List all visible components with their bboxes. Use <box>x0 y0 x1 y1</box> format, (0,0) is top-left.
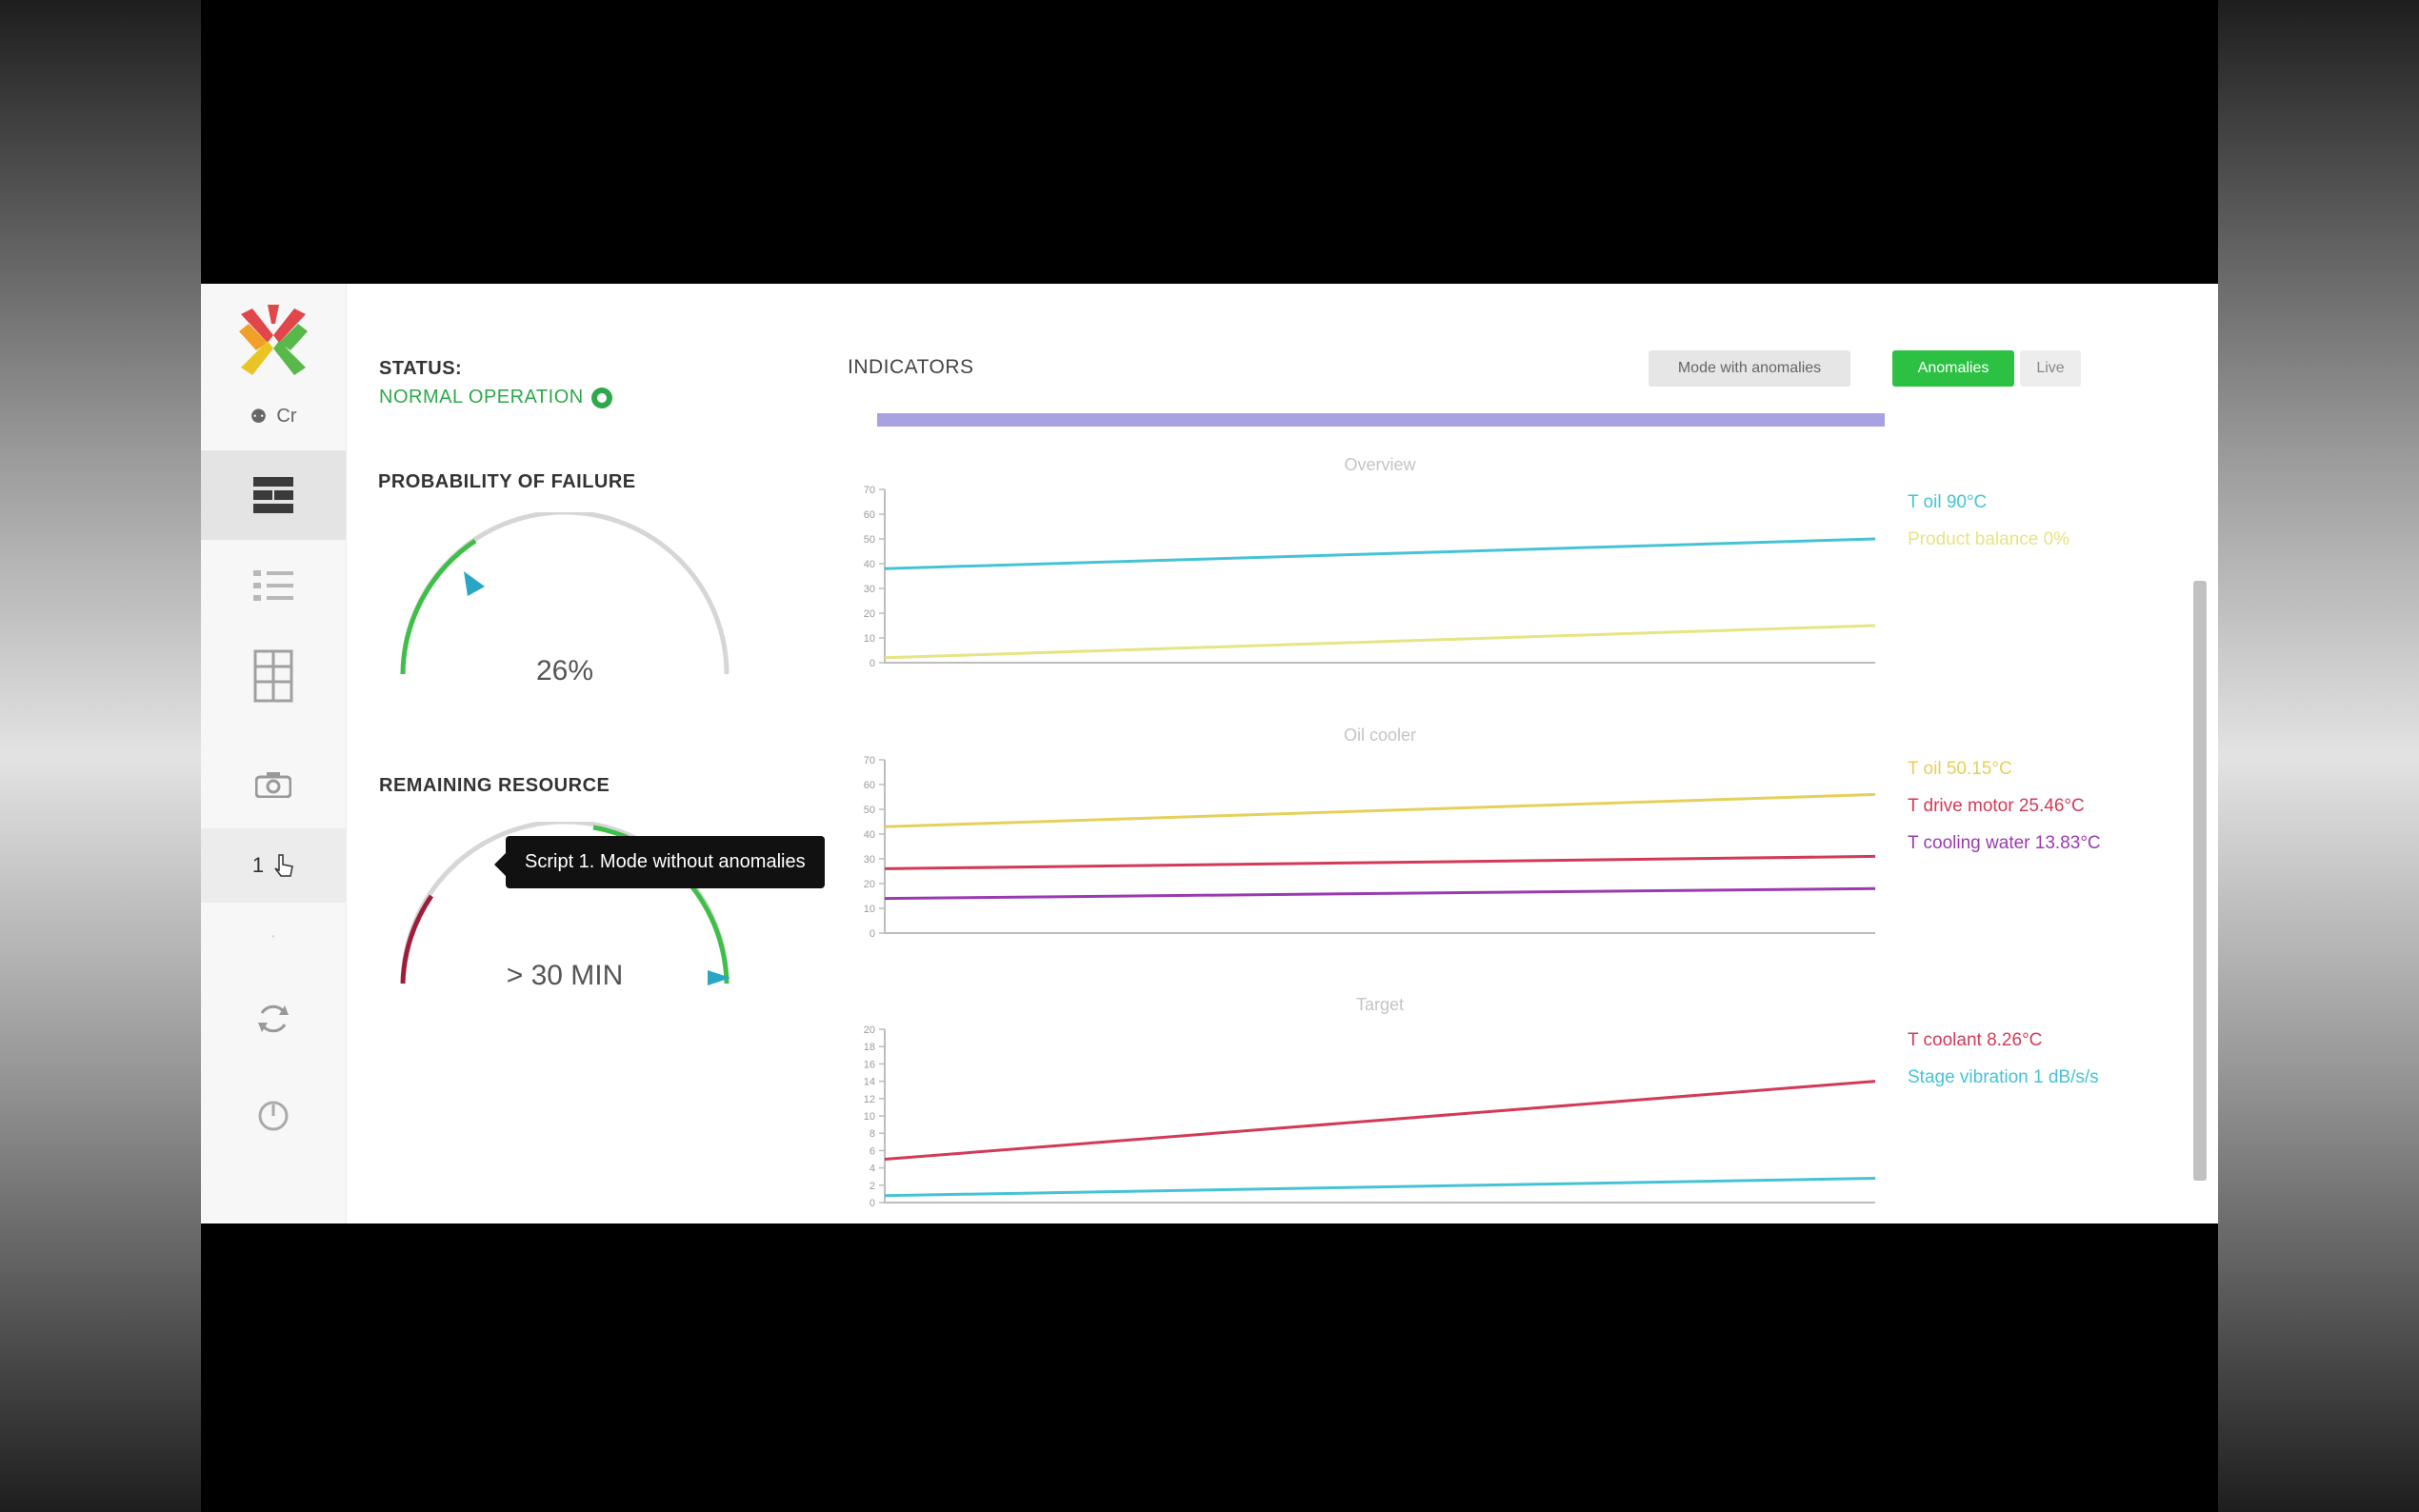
chart-title: Oil cooler <box>1344 726 1416 745</box>
series-line <box>884 537 1876 570</box>
chart-axis <box>884 760 1875 934</box>
y-tick-label: 50 <box>864 534 875 546</box>
script-tooltip: Script 1. Mode without anomalies <box>494 836 825 888</box>
failure-heading: PROBABILITY OF FAILURE <box>378 471 636 492</box>
camera-icon <box>255 772 291 798</box>
y-tick-label: 16 <box>864 1059 875 1070</box>
logo-icon <box>239 305 308 375</box>
legend-item: T cooling water 13.83°C <box>1908 833 2101 853</box>
y-tick-label: 10 <box>864 1111 875 1123</box>
y-tick-label: 50 <box>864 805 875 816</box>
y-tick-label: 12 <box>864 1094 875 1105</box>
legend-oil-cooler: T oil 50.15°C T drive motor 25.46°C T cool… <box>1908 750 2101 862</box>
chart-title: Target <box>1356 995 1404 1014</box>
resources-heading: REMAINING RESOURCE <box>379 775 610 796</box>
scrollbar[interactable] <box>2193 581 2207 1181</box>
series-line <box>884 886 1876 901</box>
y-tick-label: 30 <box>864 854 875 865</box>
y-tick-label: 0 <box>870 1198 875 1209</box>
chart-title: Overview <box>1344 455 1416 474</box>
nav-dashboard[interactable] <box>201 450 346 540</box>
y-tick-label: 30 <box>864 584 875 595</box>
refresh-icon <box>258 1005 289 1033</box>
chart-axis <box>884 1029 1875 1204</box>
power-icon <box>258 1101 289 1131</box>
failure-gauge-pointer <box>464 571 485 596</box>
status-ok-icon <box>590 387 612 408</box>
indicators-panel: INDICATORS Mode with anomalies Anomalies… <box>809 284 2218 1224</box>
script-number: 1 <box>251 853 265 877</box>
anomalies-button[interactable]: Anomalies <box>1892 350 2014 387</box>
series-line <box>884 792 1876 828</box>
nav-script-2[interactable]: · <box>201 903 346 969</box>
y-tick-label: 0 <box>870 658 875 669</box>
chart-overview: Overview 0 10 20 30 40 50 60 70 <box>864 455 1876 669</box>
y-tick-label: 40 <box>864 559 875 570</box>
status-value: NORMAL OPERATION <box>379 387 612 408</box>
indicators-heading: INDICATORS <box>848 356 974 378</box>
y-tick-label: 60 <box>864 509 875 521</box>
chart-oil-cooler: Oil cooler 0 10 20 30 40 50 60 70 <box>864 726 1876 940</box>
y-tick-label: 10 <box>864 633 875 645</box>
legend-item: T drive motor 25.46°C <box>1908 796 2085 816</box>
y-tick-label: 20 <box>864 879 875 890</box>
y-tick-label: 18 <box>864 1042 875 1053</box>
series-line <box>884 624 1876 660</box>
y-tick-label: 70 <box>864 755 875 766</box>
y-tick-label: 10 <box>864 904 875 915</box>
series-line <box>884 1177 1876 1198</box>
y-tick-label: 20 <box>864 1025 875 1036</box>
live-button[interactable]: Live <box>2020 350 2081 387</box>
app-window: ⚉ Cr 1 · STATUS: NORMAL OPERATION PROBAB… <box>201 284 2218 1224</box>
chart-axis <box>884 489 1875 664</box>
user-row[interactable]: ⚉ Cr <box>201 402 346 430</box>
sidebar: ⚉ Cr 1 · <box>201 284 347 1224</box>
y-tick-label: 20 <box>864 608 875 620</box>
legend-target: T coolant 8.26°C Stage vibration 1 dB/s/s <box>1908 1022 2099 1096</box>
series-line <box>884 854 1876 870</box>
failure-value: 26% <box>535 655 594 686</box>
y-tick-label: 14 <box>864 1077 875 1088</box>
list-icon <box>253 570 293 601</box>
y-tick-label: 40 <box>864 829 875 841</box>
script-2-marker: · <box>270 925 277 946</box>
nav-power[interactable] <box>201 1076 346 1156</box>
legend-item: T oil 90°C <box>1908 492 1988 512</box>
status-text: NORMAL OPERATION <box>379 387 584 408</box>
progress-bar <box>877 413 1885 427</box>
nav-refresh[interactable] <box>201 971 346 1066</box>
series-line <box>884 1080 1876 1161</box>
y-tick-label: 0 <box>870 928 875 940</box>
y-tick-label: 8 <box>870 1128 875 1140</box>
y-tick-label: 4 <box>870 1164 875 1175</box>
y-tick-label: 60 <box>864 780 875 791</box>
cursor-icon <box>274 854 294 877</box>
nav-table[interactable] <box>201 631 346 721</box>
mode-anomalies-button[interactable]: Mode with anomalies <box>1649 350 1850 387</box>
y-tick-label: 70 <box>864 485 875 496</box>
user-label: Cr <box>276 405 297 427</box>
legend-item: Stage vibration 1 dB/s/s <box>1908 1067 2099 1087</box>
y-tick-label: 6 <box>870 1145 875 1157</box>
nav-script-1[interactable]: 1 <box>201 828 346 903</box>
chart-target: Target 0 2 4 6 8 10 12 14 16 18 20 <box>864 995 1876 1209</box>
status-heading: STATUS: <box>379 358 463 379</box>
y-tick-label: 2 <box>870 1181 875 1192</box>
user-icon: ⚉ <box>250 406 268 428</box>
legend-item: T oil 50.15°C <box>1908 759 2012 779</box>
nav-list[interactable] <box>201 541 346 630</box>
video-letterbox-left <box>0 0 201 1512</box>
video-letterbox-right <box>2218 0 2419 1512</box>
legend-item: Product balance 0% <box>1908 529 2070 549</box>
dashboard-icon <box>253 477 293 513</box>
resources-value: > 30 MIN <box>506 960 624 991</box>
legend-overview: T oil 90°C Product balance 0% <box>1908 484 2069 558</box>
nav-camera[interactable] <box>201 746 346 823</box>
table-icon <box>253 649 293 703</box>
legend-item: T coolant 8.26°C <box>1908 1030 2043 1050</box>
